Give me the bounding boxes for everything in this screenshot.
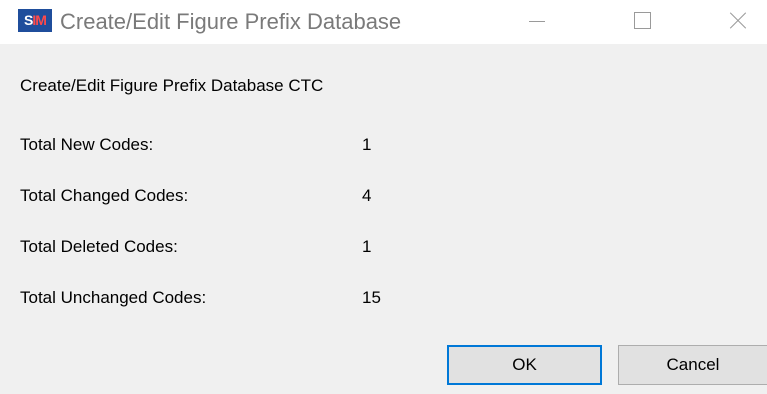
total-changed-codes-value: 4 — [362, 186, 372, 205]
total-deleted-codes-label: Total Deleted Codes: — [20, 237, 178, 256]
total-new-codes-value: 1 — [362, 135, 372, 154]
total-unchanged-codes-value: 15 — [362, 288, 381, 307]
minimize-icon[interactable] — [505, 0, 567, 44]
dialog-heading: Create/Edit Figure Prefix Database CTC — [20, 76, 324, 95]
ok-button[interactable]: OK — [447, 345, 602, 385]
dialog-window: SIM Create/Edit Figure Prefix Database C… — [0, 0, 767, 394]
total-deleted-codes-value: 1 — [362, 237, 372, 256]
close-icon[interactable] — [705, 0, 767, 44]
maximize-icon[interactable] — [608, 0, 670, 44]
title-bar[interactable]: SIM Create/Edit Figure Prefix Database — [0, 0, 767, 44]
app-icon: SIM — [18, 9, 52, 32]
window-title: Create/Edit Figure Prefix Database — [60, 9, 402, 34]
total-unchanged-codes-label: Total Unchanged Codes: — [20, 288, 207, 307]
total-changed-codes-label: Total Changed Codes: — [20, 186, 189, 205]
cancel-button[interactable]: Cancel — [618, 345, 767, 385]
total-new-codes-label: Total New Codes: — [20, 135, 154, 154]
